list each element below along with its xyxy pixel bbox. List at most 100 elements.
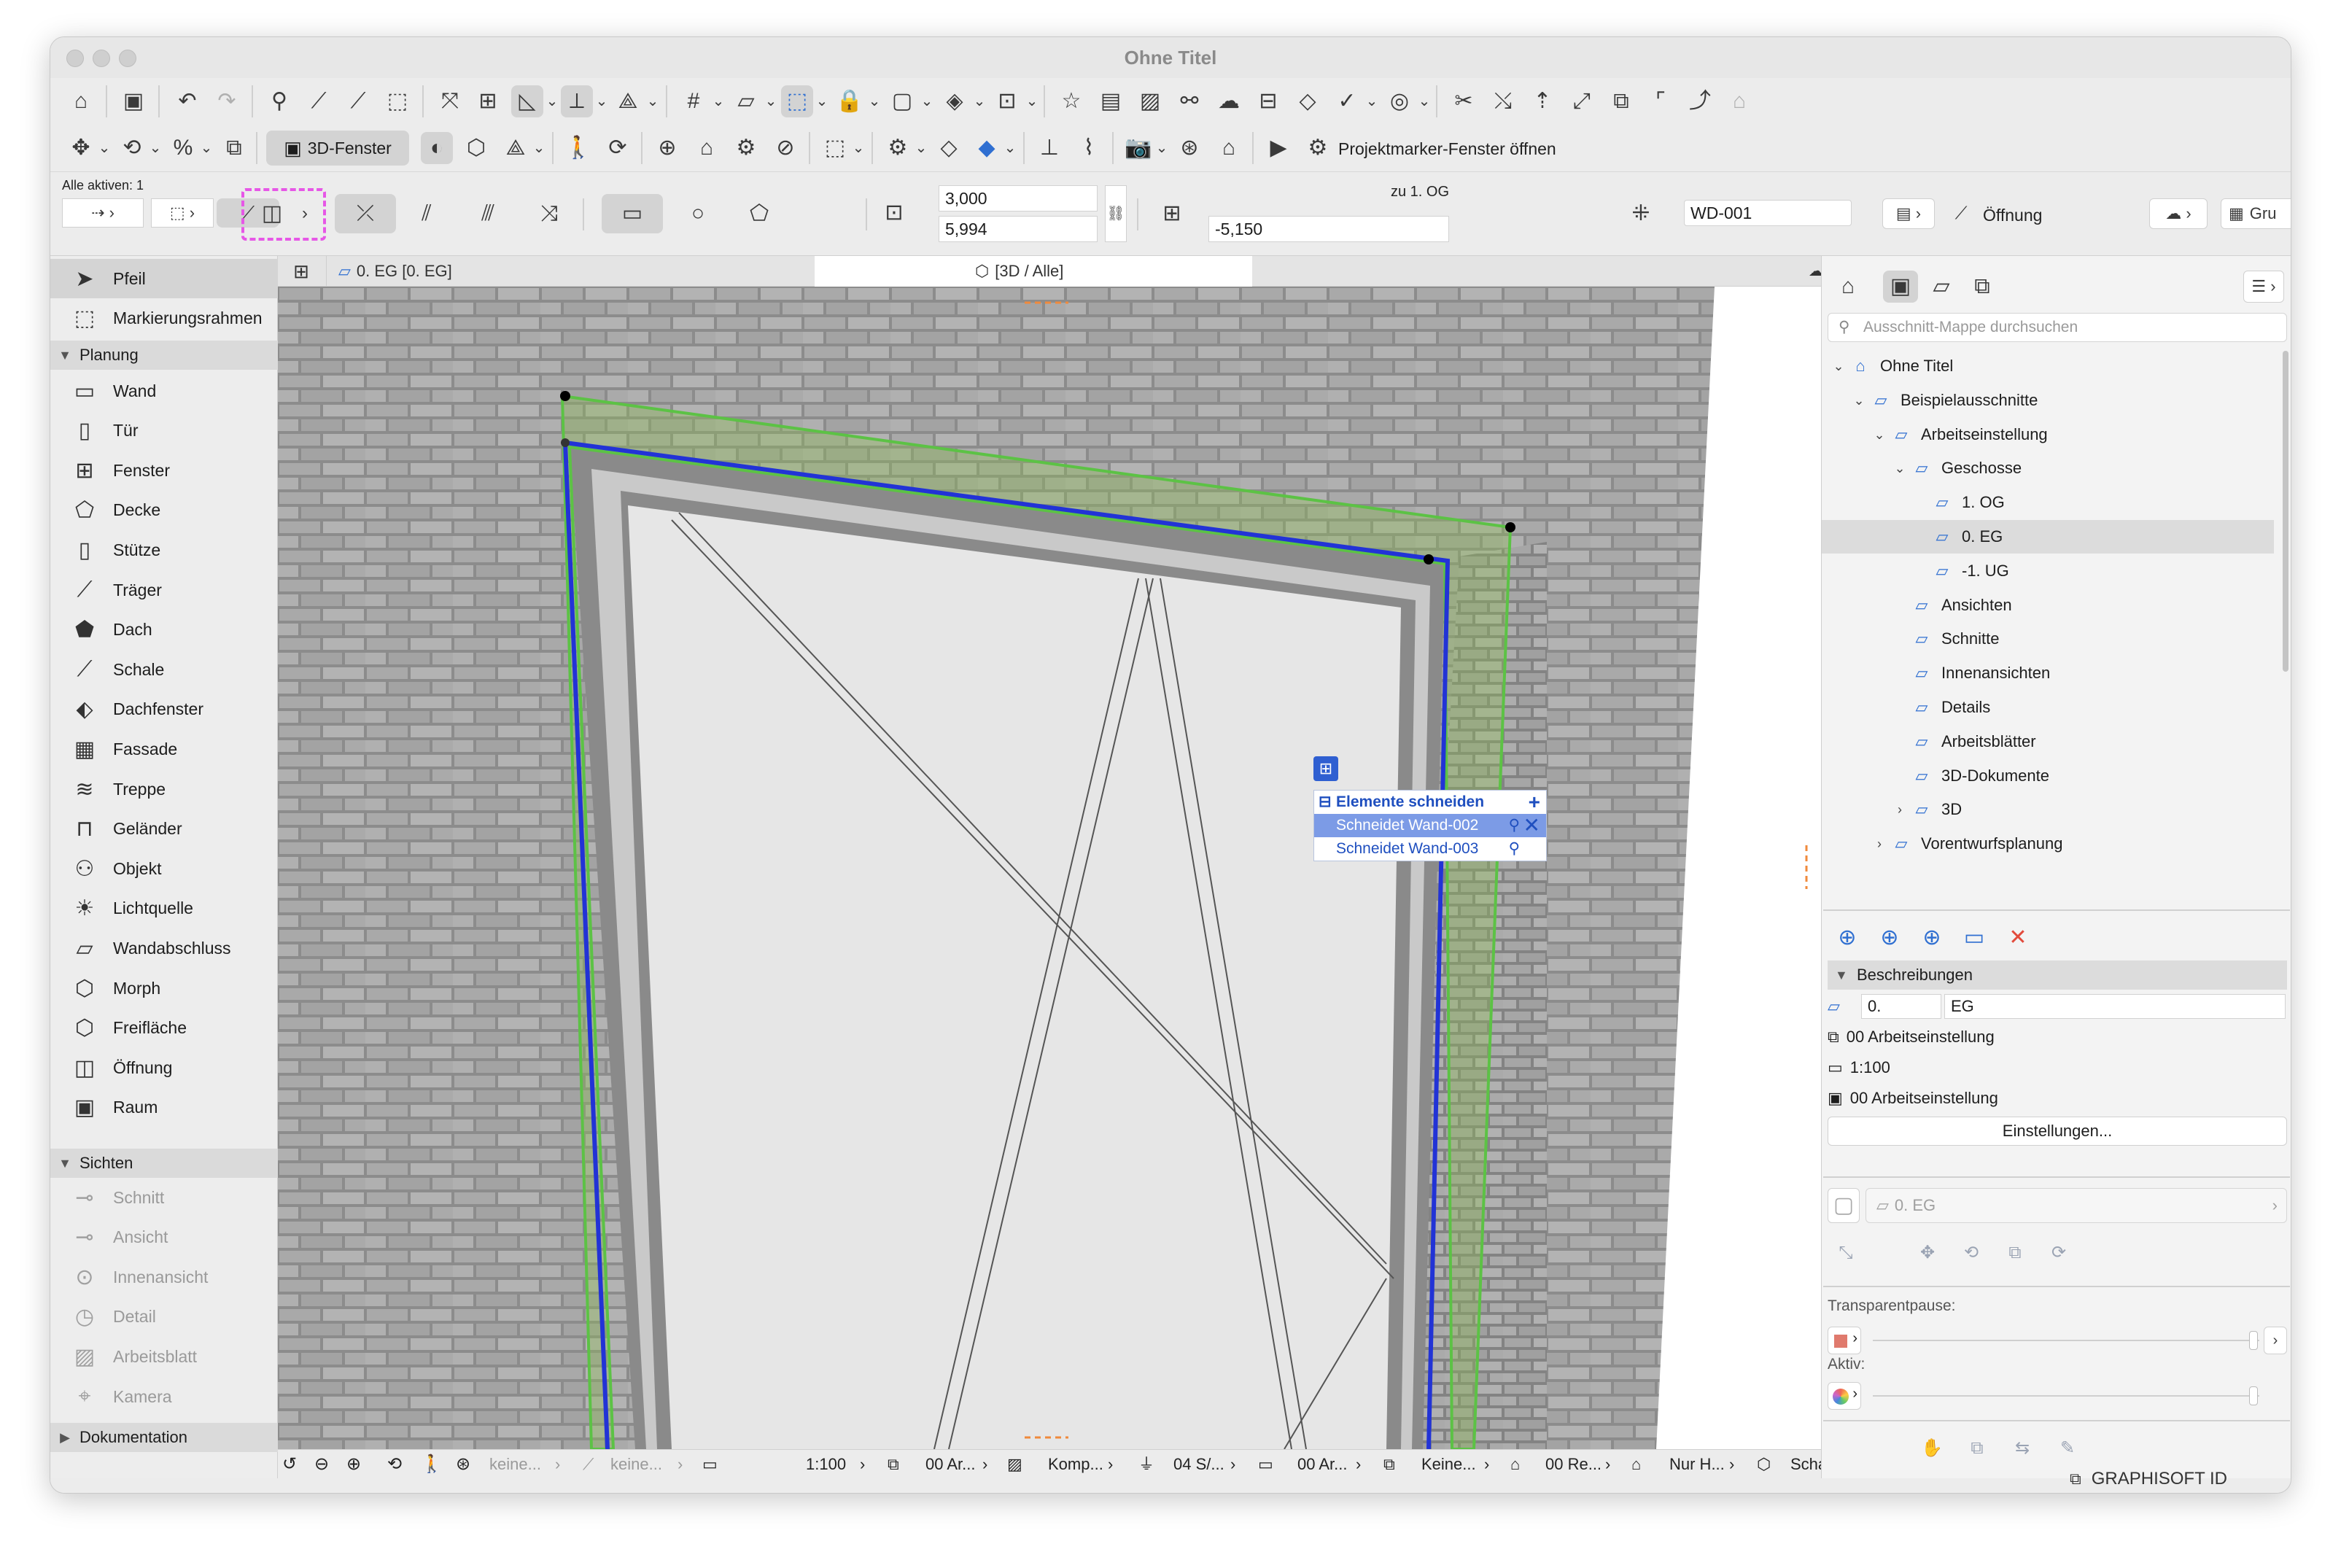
copy-icon[interactable]: ⧉ — [218, 132, 250, 164]
hotlink-icon[interactable]: ⚯ — [1173, 85, 1206, 117]
resize-icon[interactable]: ⤢ — [1566, 85, 1598, 117]
circle-shape-icon[interactable]: ○ — [675, 194, 721, 233]
add-icon[interactable]: + — [1529, 791, 1540, 814]
tree-item[interactable]: ▱ -1. UG — [1822, 554, 2274, 588]
tree-item[interactable]: ▱ 3D-Dokumente — [1822, 759, 2274, 793]
teamwork-reserve-dropdown[interactable]: ☁ › — [2149, 198, 2208, 229]
tree-item[interactable]: › ▱ 3D — [1822, 793, 2274, 826]
box-icon[interactable]: ⬡ — [460, 132, 492, 164]
project-map-icon[interactable]: ⌂ — [1831, 271, 1866, 303]
chevron-down-icon[interactable]: ⌄ — [764, 85, 778, 117]
copy-trace-icon[interactable]: ⧉ — [1962, 1433, 1992, 1464]
tool-detail[interactable]: ◷ Detail — [50, 1297, 278, 1337]
view-settings-icon[interactable]: ▭ — [1957, 921, 1991, 955]
rotate-icon[interactable]: ⟲ — [116, 132, 148, 164]
graphisoft-id[interactable]: ⧉ GRAPHISOFT ID — [2070, 1469, 2227, 1489]
status-item-2[interactable]: keine... — [610, 1450, 662, 1479]
chevron-right-icon[interactable]: › — [2264, 1327, 2287, 1354]
render-icon[interactable]: ⊛ — [1173, 132, 1206, 164]
rectangle-shape-icon[interactable]: ▭ — [602, 194, 663, 233]
tool-opening[interactable]: ◫ Öffnung — [50, 1048, 278, 1087]
link-icon[interactable]: ⛓ — [1105, 185, 1127, 242]
marquee-tool-icon[interactable]: ⬚ — [781, 85, 813, 117]
window-3d-button[interactable]: ▣ 3D-Fenster — [266, 131, 409, 166]
cut-item-wand-003[interactable]: Schneidet Wand-003 ⚲ — [1314, 837, 1546, 861]
orbit-icon[interactable]: ⟲ — [387, 1450, 402, 1479]
fit-icon[interactable]: ⊛ — [456, 1450, 470, 1479]
tab-floor-plan[interactable]: ▱ 0. EG [0. EG] — [326, 256, 610, 287]
guide-lines-icon[interactable]: ◺ — [511, 85, 543, 117]
eyedropper-icon[interactable]: ⟋ — [303, 85, 335, 117]
section-dokumentation[interactable]: ▶ Dokumentation — [50, 1423, 278, 1452]
cut-elements-icon[interactable]: ◇ — [933, 132, 965, 164]
tree-item[interactable]: ⌄ ▱ Geschosse — [1822, 451, 2274, 485]
tree-item[interactable]: › ▱ Vorentwurfsplanung — [1822, 827, 2274, 861]
walk-icon[interactable]: 🚶 — [562, 132, 594, 164]
chevron-down-icon[interactable]: ⌄ — [532, 132, 546, 164]
chevron-down-icon[interactable]: ⌄ — [1003, 132, 1017, 164]
geometry-method-icon[interactable]: ◫ — [252, 194, 292, 233]
wireframe-icon[interactable]: ⊕ — [651, 132, 683, 164]
attributes-icon[interactable]: ▤ — [1095, 85, 1127, 117]
walk-icon[interactable]: 🚶 — [421, 1450, 443, 1479]
section-cut-icon[interactable]: ⊥ — [1033, 132, 1065, 164]
tool-lamp[interactable]: ☀ Lichtquelle — [50, 889, 278, 928]
tree-scrollbar[interactable] — [2283, 351, 2288, 672]
tab-3d[interactable]: ⬡ [3D / Alle] — [815, 256, 1252, 287]
chevron-down-icon[interactable]: ⌄ — [711, 85, 726, 117]
slider-thumb[interactable] — [2249, 1331, 2258, 1350]
axonometry-icon[interactable]: ⟁ — [500, 132, 532, 164]
tool-column[interactable]: ▯ Stütze — [50, 530, 278, 570]
tool-railing[interactable]: ⊓ Geländer — [50, 810, 278, 849]
slider-thumb[interactable] — [2249, 1386, 2258, 1405]
solid-element-icon[interactable]: ◆ — [971, 132, 1003, 164]
tool-skylight[interactable]: ⬖ Dachfenster — [50, 690, 278, 729]
clone-view-icon[interactable]: ⊕ — [1873, 921, 1906, 955]
move-trace-icon[interactable]: ⤡ — [1831, 1238, 1861, 1268]
delete-icon[interactable]: ✕ — [2001, 921, 2035, 955]
sun-icon[interactable]: ⌂ — [1213, 132, 1245, 164]
hotspot[interactable] — [560, 391, 570, 401]
tool-beam[interactable]: ⟋ Träger — [50, 570, 278, 610]
elevate-icon[interactable]: ⇡ — [1526, 85, 1558, 117]
solid-operations-icon[interactable]: ◈ — [939, 85, 971, 117]
chevron-down-icon[interactable]: ⌄ — [851, 132, 866, 164]
find-select-icon[interactable]: ⚲ — [263, 85, 295, 117]
descriptions-section[interactable]: ▼ Beschreibungen — [1828, 960, 2287, 990]
tool-arrow[interactable]: ➤ Pfeil — [50, 259, 278, 298]
status-model-view[interactable]: 04 S/... — [1173, 1450, 1224, 1479]
pin-icon[interactable]: ⚲ — [1509, 837, 1520, 861]
opening-angle-icon[interactable]: ⫽ — [403, 194, 450, 233]
chevron-down-icon[interactable]: ⌄ — [545, 85, 559, 117]
chevron-down-icon[interactable]: ⌄ — [1849, 384, 1868, 417]
tool-morph[interactable]: ⬡ Morph — [50, 969, 278, 1008]
3d-viewport[interactable]: ⊞ ⊟ Elemente schneiden + Schneidet Wand-… — [278, 287, 1821, 1449]
magic-wand-icon[interactable]: ⬚ — [381, 85, 414, 117]
status-layers[interactable]: 00 Ar... — [925, 1450, 976, 1479]
syringe-icon[interactable]: ⟋ — [342, 85, 374, 117]
transparency-slider[interactable] — [1873, 1340, 2259, 1341]
chevron-down-icon[interactable]: ⌄ — [1829, 349, 1848, 383]
opening-free-icon[interactable]: ⤨ — [526, 194, 572, 233]
chevron-down-icon[interactable]: ⌄ — [594, 85, 609, 117]
grid-icon[interactable]: # — [678, 85, 710, 117]
home-icon[interactable]: ⌂ — [65, 85, 97, 117]
tool-slab[interactable]: ⬠ Decke — [50, 491, 278, 530]
chevron-down-icon[interactable]: ⌄ — [1417, 85, 1432, 117]
curve-icon[interactable]: ⤴ — [1684, 85, 1716, 117]
tree-item[interactable]: ▱ Schnitte — [1822, 622, 2274, 656]
chevron-down-icon[interactable]: ⌄ — [645, 85, 660, 117]
tool-roof[interactable]: ⬟ Dach — [50, 610, 278, 650]
undo-zoom-icon[interactable]: ↺ — [282, 1450, 297, 1479]
trace-color-picker[interactable]: › — [1828, 1327, 1861, 1354]
chevron-down-icon[interactable]: ⌄ — [920, 85, 934, 117]
trim-icon[interactable]: ⤯ — [1487, 85, 1519, 117]
view-map-icon[interactable]: ▣ — [1883, 271, 1918, 303]
status-scale[interactable]: 1:100 — [806, 1450, 846, 1479]
view-map-search[interactable]: ⚲ Ausschnitt-Mappe durchsuchen — [1828, 313, 2287, 342]
compare-trace-icon[interactable]: ⧉ — [2000, 1238, 2030, 1268]
tree-item[interactable]: ⌄ ⌂ Ohne Titel — [1822, 349, 2274, 383]
suspend-groups-icon[interactable]: ⤧ — [434, 85, 466, 117]
move-icon[interactable]: ✥ — [65, 132, 97, 164]
layout-book-icon[interactable]: ▱ — [1924, 271, 1959, 303]
